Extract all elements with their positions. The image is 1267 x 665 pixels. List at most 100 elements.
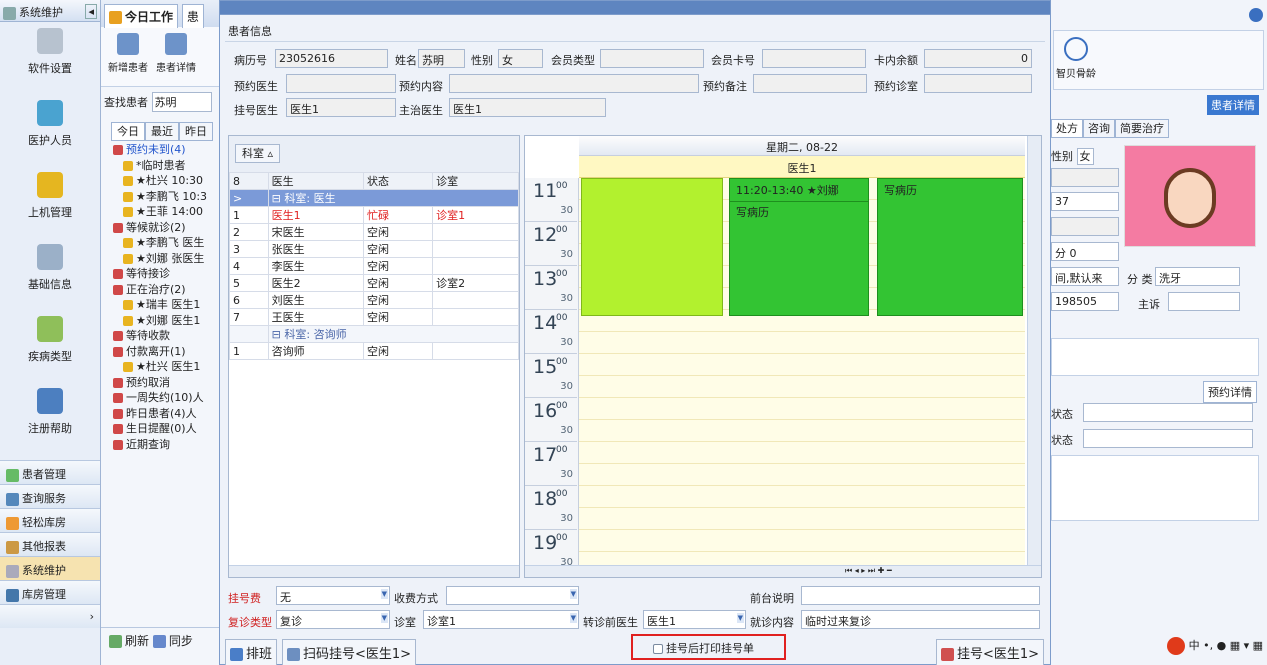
staff-button[interactable]: 医护人员 — [0, 94, 100, 166]
front-note-field[interactable] — [801, 586, 1040, 605]
appt-room-field[interactable] — [924, 74, 1032, 93]
revisit-type-select[interactable]: 复诊 — [276, 610, 390, 629]
right-field-5[interactable]: 间,默认来 — [1051, 267, 1119, 286]
search-input[interactable]: 苏明 — [151, 92, 212, 112]
category-field[interactable]: 洗牙 — [1155, 267, 1240, 286]
status-field-2[interactable] — [1083, 429, 1253, 448]
nav-store-manage[interactable]: 库房管理 — [0, 580, 100, 604]
member-card-label: 会员卡号 — [711, 54, 755, 67]
sync-button[interactable]: 同步 — [152, 634, 193, 648]
room-select[interactable]: 诊室1 — [423, 610, 579, 629]
grid-header-cell[interactable]: 诊室 — [432, 172, 519, 190]
help-circle-icon[interactable] — [1249, 8, 1263, 22]
grid-row[interactable]: 6 刘医生 空闲 — [229, 291, 519, 309]
tab-prescription[interactable]: 处方 — [1051, 119, 1083, 138]
expand-toggle[interactable]: › — [0, 604, 100, 628]
right-field-6[interactable]: 198505 — [1051, 292, 1119, 311]
nav-system-maintain[interactable]: 系统维护 — [0, 556, 100, 580]
appt-content-label: 预约内容 — [399, 80, 443, 93]
register-button[interactable]: 挂号<医生1> — [936, 639, 1045, 665]
grid-hscroll[interactable] — [229, 565, 519, 577]
nav-other-reports[interactable]: 其他报表 — [0, 532, 100, 556]
tab-today[interactable]: 今日 — [111, 122, 145, 141]
right-memo[interactable] — [1051, 338, 1259, 376]
bone-age-button[interactable]: 智贝骨龄 — [1056, 37, 1096, 80]
collapse-icon[interactable]: ◂ — [85, 4, 97, 19]
main-doctor-field[interactable]: 医生1 — [449, 98, 606, 117]
appt-detail-button[interactable]: 预约详情 — [1203, 381, 1257, 403]
sex-field[interactable]: 女 — [498, 49, 543, 68]
pay-method-select[interactable] — [446, 586, 579, 605]
calendar-date-header: 星期二, 08-22 — [579, 136, 1025, 156]
patient-detail-button[interactable]: 患者详情 — [152, 33, 200, 74]
right-field-1[interactable] — [1051, 168, 1119, 187]
grid-row[interactable]: 1 咨询师 空闲 — [229, 342, 519, 360]
nav-easy-store[interactable]: 轻松库房 — [0, 508, 100, 532]
tab-consult[interactable]: 咨询 — [1083, 119, 1115, 138]
software-settings-button[interactable]: 软件设置 — [0, 22, 100, 94]
right-tabs: 处方 咨询 简要治疗 — [1051, 119, 1169, 138]
grid-row[interactable]: ⊟ 科室: 咨询师 — [229, 325, 520, 343]
appt-note-field[interactable] — [753, 74, 867, 93]
register-help-button[interactable]: 注册帮助 — [0, 382, 100, 454]
nav-patient-manage[interactable]: 患者管理 — [0, 460, 100, 484]
status-icon — [113, 424, 123, 434]
scan-register-button[interactable]: 扫码挂号<医生1> — [282, 639, 417, 665]
calendar-block-1[interactable] — [581, 178, 723, 316]
grid-row[interactable]: 7 王医生 空闲 — [229, 308, 519, 326]
print-after-register-checkbox[interactable]: 挂号后打印挂号单 — [631, 634, 786, 660]
add-patient-button[interactable]: 新增患者 — [104, 33, 152, 74]
visit-content-field[interactable]: 临时过来复诊 — [801, 610, 1040, 629]
tab-patient[interactable]: 患 — [181, 4, 204, 28]
tab-today-work[interactable]: 今日工作 — [104, 4, 179, 28]
right-memo-2[interactable] — [1051, 455, 1259, 521]
nav-query-service[interactable]: 查询服务 — [0, 484, 100, 508]
name-field[interactable]: 苏明 — [418, 49, 465, 68]
prev-doctor-select[interactable]: 医生1 — [643, 610, 746, 629]
grid-row[interactable]: > ⊟ 科室: 医生 — [229, 189, 520, 207]
schedule-button[interactable]: 排班 — [225, 639, 278, 665]
ime-tray[interactable]: 中 •, ● ▦ ▾ ▦ — [1167, 637, 1263, 655]
grid-row[interactable]: 2 宋医生 空闲 — [229, 223, 519, 241]
appt-doctor-field[interactable] — [286, 74, 396, 93]
right-field-3[interactable] — [1051, 217, 1119, 236]
patient-detail-toggle[interactable]: 患者详情 — [1207, 95, 1259, 115]
tab-recent[interactable]: 最近 — [145, 122, 179, 141]
member-card-field[interactable] — [762, 49, 866, 68]
grid-cell — [432, 291, 519, 309]
refresh-button[interactable]: 刷新 — [109, 634, 149, 648]
group-by-dept-chip[interactable]: 科室 ▵ — [235, 144, 281, 163]
tab-yesterday[interactable]: 昨日 — [179, 122, 213, 141]
status-field-1[interactable] — [1083, 403, 1253, 422]
calendar-nav-bar[interactable]: ⏮ ◂ ▸ ⏭ ✚ ━ — [525, 565, 1041, 577]
status-icon — [113, 222, 123, 233]
grid-header-cell[interactable]: 状态 — [363, 172, 434, 190]
grid-row[interactable]: 4 李医生 空闲 — [229, 257, 519, 275]
login-manage-button[interactable]: 上机管理 — [0, 166, 100, 238]
member-type-field[interactable] — [600, 49, 704, 68]
calendar-block-3[interactable]: 写病历 — [877, 178, 1023, 316]
appt-content-field[interactable] — [449, 74, 699, 93]
basic-info-button[interactable]: 基础信息 — [0, 238, 100, 310]
tab-brief-treatment[interactable]: 简要治疗 — [1115, 119, 1169, 138]
grid-row[interactable]: 3 张医生 空闲 — [229, 240, 519, 258]
grid-row[interactable]: 5 医生2 空闲 诊室2 — [229, 274, 519, 292]
grid-header-cell[interactable]: 医生 — [267, 172, 365, 190]
time-slot: 12 00 30 — [525, 222, 577, 266]
balance-field[interactable]: 0 — [924, 49, 1032, 68]
grid-row[interactable]: 1 医生1 忙碌 诊室1 — [229, 206, 519, 224]
calendar-vscroll[interactable] — [1027, 136, 1041, 568]
grid-cell: 5 — [229, 274, 269, 292]
disease-type-button[interactable]: 疾病类型 — [0, 310, 100, 382]
right-field-2[interactable]: 37 — [1051, 192, 1119, 211]
record-field[interactable]: 23052616 — [275, 49, 388, 68]
grid-cell — [229, 325, 269, 343]
right-field-4[interactable]: 分 0 — [1051, 242, 1119, 261]
calendar-appt-liuna[interactable]: 11:20-13:40 ★刘娜 写病历 — [729, 178, 869, 316]
chief-field[interactable] — [1168, 292, 1240, 311]
appt-doctor-label: 预约医生 — [234, 80, 278, 93]
fee-select[interactable]: 无 — [276, 586, 390, 605]
grid-header-cell[interactable]: 8 — [229, 172, 269, 190]
reg-doctor-field[interactable]: 医生1 — [286, 98, 396, 117]
half-hour-label: 30 — [560, 205, 573, 216]
